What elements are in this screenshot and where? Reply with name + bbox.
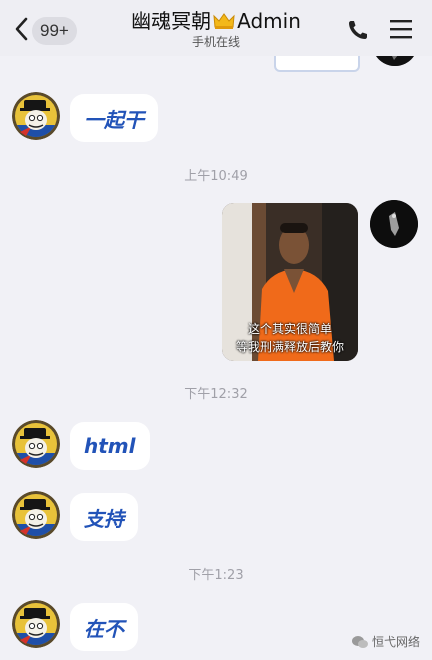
crown-icon [213,13,235,29]
message-bubble[interactable]: 一起干 [70,94,158,142]
timestamp: 下午12:32 [184,387,248,402]
image-caption-line: 这个其实很简单 [247,322,332,336]
timestamp: 下午1:23 [188,568,244,583]
avatar[interactable] [12,420,60,468]
message-text: html [84,434,136,458]
image-message[interactable]: 这个其实很简单 等我刑满释放后教你 [222,203,358,361]
avatar[interactable] [12,92,60,140]
chat-title-suffix: Admin [237,9,301,33]
unread-badge[interactable]: 99+ [32,17,77,45]
avatar[interactable] [370,200,418,248]
photo-image [222,203,358,361]
message-bubble[interactable]: html [70,422,150,470]
avatar[interactable] [12,600,60,648]
message-text: 在不 [84,616,124,641]
back-button[interactable] [10,14,32,44]
chat-title: 幽魂冥朝 Admin [110,8,322,34]
chat-title-block[interactable]: 幽魂冥朝 Admin 手机在线 [110,8,322,49]
chat-header: 99+ 幽魂冥朝 Admin 手机在线 [0,0,432,56]
phone-icon [349,21,367,39]
online-status: 手机在线 [191,35,240,49]
chat-title-text: 幽魂冥朝 [131,9,212,33]
call-button[interactable] [346,18,370,42]
message-text: 支持 [84,506,124,531]
watermark: 恒弋网络 [352,633,420,650]
chevron-left-icon [15,17,28,41]
message-bubble[interactable]: 在不 [70,603,138,651]
menu-icon [390,20,412,39]
menu-button[interactable] [388,17,414,41]
message-bubble[interactable]: 支持 [70,493,138,541]
avatar[interactable] [12,491,60,539]
wechat-icon [352,635,368,648]
message-text: 一起干 [84,107,144,132]
image-caption-line: 等我刑满释放后教你 [235,340,344,354]
timestamp: 上午10:49 [184,169,248,184]
watermark-text: 恒弋网络 [372,635,421,649]
